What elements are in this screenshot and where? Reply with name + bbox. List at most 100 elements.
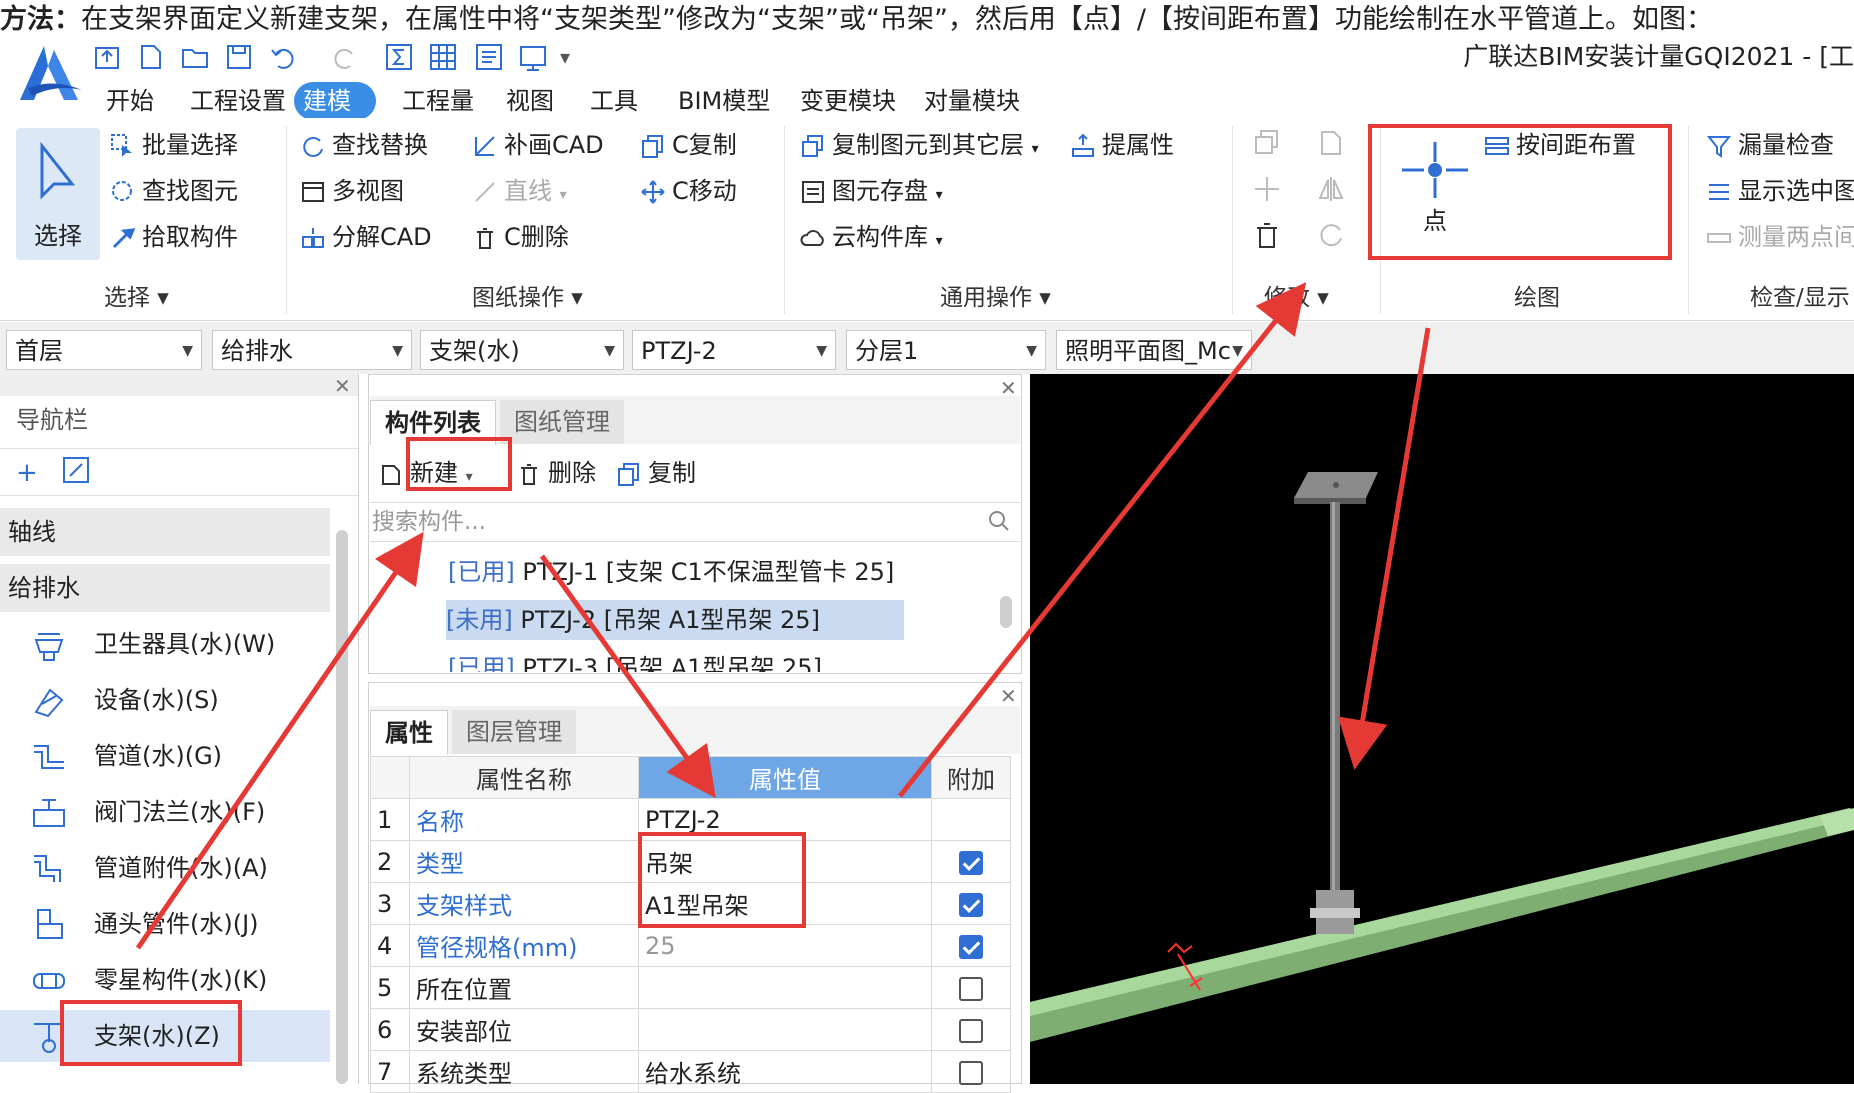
tab-change-module[interactable]: 变更模块: [790, 82, 906, 120]
nav-category-axis[interactable]: 轴线: [0, 508, 330, 556]
nav-item-equipment[interactable]: 设备(水)(S): [30, 674, 330, 726]
tab-bim-model[interactable]: BIM模型: [668, 82, 780, 120]
fitting-icon: [30, 906, 68, 944]
modify-move-icon[interactable]: [1252, 174, 1282, 208]
drawing-select[interactable]: 照明平面图_Mc ▼: [1056, 330, 1252, 370]
component-row[interactable]: [已用] PTZJ-3 [吊架 A1型吊架 25]: [448, 648, 822, 672]
nav-item-pipe[interactable]: 管道(水)(G): [30, 730, 330, 782]
tab-modeling[interactable]: 建模: [294, 82, 376, 120]
nav-panel-header: [0, 374, 358, 396]
3d-viewport[interactable]: [1030, 374, 1854, 1084]
component-select[interactable]: PTZJ-2 ▼: [632, 330, 836, 370]
pick-component-button[interactable]: 拾取构件: [110, 220, 238, 254]
close-icon[interactable]: ✕: [334, 374, 351, 398]
tab-drawing-management[interactable]: 图纸管理: [500, 400, 624, 444]
tab-layer-management[interactable]: 图层管理: [452, 710, 576, 754]
modify-delete-icon[interactable]: [1252, 220, 1282, 254]
nav-scrollbar[interactable]: [336, 530, 348, 1084]
modify-mirror-icon[interactable]: [1316, 174, 1346, 208]
nav-category-water[interactable]: 给排水: [0, 564, 330, 612]
ribbon-divider: [1232, 126, 1233, 314]
c-move-button[interactable]: C移动: [640, 174, 737, 208]
delete-component-button[interactable]: 删除: [516, 456, 596, 490]
property-value[interactable]: [638, 966, 932, 1009]
copy-component-button[interactable]: 复制: [616, 456, 696, 490]
add-icon[interactable]: +: [16, 458, 38, 488]
batch-select-button[interactable]: 批量选择: [110, 128, 238, 162]
discipline-select[interactable]: 给排水 ▼: [212, 330, 412, 370]
extract-properties-button[interactable]: 提属性: [1070, 128, 1174, 162]
nav-item-fitting[interactable]: 通头管件(水)(J): [30, 898, 330, 950]
c-delete-button[interactable]: C删除: [472, 220, 569, 254]
floor-select[interactable]: 首层 ▼: [6, 330, 202, 370]
cloud-library-button[interactable]: 云构件库 ▾: [800, 220, 943, 254]
extra-checkbox[interactable]: [959, 934, 983, 959]
sublayer-select[interactable]: 分层1 ▼: [846, 330, 1046, 370]
property-value[interactable]: 给水系统: [638, 1050, 932, 1093]
property-row[interactable]: 4 管径规格(mm) 25: [370, 924, 1011, 967]
tab-compare-module[interactable]: 对量模块: [914, 82, 1030, 120]
component-search-input[interactable]: 搜索构件...: [370, 502, 1020, 542]
sum-icon[interactable]: [384, 42, 414, 72]
nav-item-misc[interactable]: 零星构件(水)(K): [30, 954, 330, 1006]
modify-copy-icon[interactable]: [1252, 128, 1282, 162]
copy-to-other-layer-button[interactable]: 复制图元到其它层 ▾: [800, 128, 1039, 162]
close-icon[interactable]: ✕: [1000, 684, 1017, 708]
row-number: 2: [370, 840, 410, 883]
find-element-button[interactable]: 查找图元: [110, 174, 238, 208]
component-row[interactable]: [已用] PTZJ-1 [支架 C1不保温型管卡 25]: [448, 552, 894, 592]
multi-view-button[interactable]: 多视图: [300, 174, 404, 208]
supplement-cad-button[interactable]: 补画CAD: [472, 128, 604, 162]
tab-properties[interactable]: 属性: [370, 710, 448, 755]
modify-mirror-doc-icon[interactable]: [1316, 128, 1346, 162]
redo-icon[interactable]: [330, 42, 360, 72]
component-row-selected[interactable]: [未用] PTZJ-2 [吊架 A1型吊架 25]: [446, 600, 904, 640]
nav-item-valve[interactable]: 阀门法兰(水)(F): [30, 786, 330, 838]
undo-icon[interactable]: [268, 42, 298, 72]
customize-quick-access-icon[interactable]: ▾: [560, 42, 590, 72]
open-folder-icon[interactable]: [180, 42, 210, 72]
import-icon[interactable]: [92, 42, 122, 72]
extra-checkbox[interactable]: [959, 1060, 983, 1085]
component-scrollbar[interactable]: [1000, 596, 1012, 628]
property-row[interactable]: 6 安装部位: [370, 1008, 1011, 1051]
line-button[interactable]: 直线 ▾: [472, 174, 567, 208]
report-icon[interactable]: [474, 42, 504, 72]
screen-icon[interactable]: [518, 42, 548, 72]
tab-start[interactable]: 开始: [96, 82, 164, 120]
explode-cad-button[interactable]: 分解CAD: [300, 220, 432, 254]
show-selected-button[interactable]: 显示选中图: [1706, 174, 1854, 208]
property-value[interactable]: [638, 1008, 932, 1051]
property-row[interactable]: 7 系统类型 给水系统: [370, 1050, 1011, 1093]
edit-icon[interactable]: [62, 456, 90, 488]
extra-checkbox[interactable]: [959, 1018, 983, 1043]
modify-rotate-icon[interactable]: [1316, 220, 1346, 254]
property-value-header: 属性值: [638, 756, 932, 799]
new-file-icon[interactable]: [136, 42, 166, 72]
omission-check-button[interactable]: 漏量检查: [1706, 128, 1834, 162]
property-name: 类型: [409, 840, 639, 883]
find-replace-button[interactable]: 查找替换: [300, 128, 428, 162]
property-row[interactable]: 5 所在位置: [370, 966, 1011, 1009]
tab-view[interactable]: 视图: [496, 82, 564, 120]
tab-quantity[interactable]: 工程量: [392, 82, 484, 120]
measure-distance-button[interactable]: 测量两点间: [1706, 220, 1854, 254]
extra-checkbox[interactable]: [959, 850, 983, 875]
extra-checkbox[interactable]: [959, 892, 983, 917]
search-icon[interactable]: [988, 510, 1010, 536]
nav-item-pipe-accessory[interactable]: 管道附件(水)(A): [30, 842, 330, 894]
select-button[interactable]: 选择: [16, 128, 100, 260]
tab-tools[interactable]: 工具: [580, 82, 648, 120]
tab-project-settings[interactable]: 工程设置: [180, 82, 296, 120]
component-type-select[interactable]: 支架(水) ▼: [420, 330, 624, 370]
save-icon[interactable]: [224, 42, 254, 72]
hanger-model[interactable]: [1294, 472, 1378, 934]
grid-icon[interactable]: [428, 42, 458, 72]
nav-item-sanitary[interactable]: 卫生器具(水)(W): [30, 618, 330, 670]
pipe-model[interactable]: [1030, 808, 1854, 1042]
property-value[interactable]: 25: [638, 924, 932, 967]
equipment-icon: [30, 682, 68, 720]
c-copy-button[interactable]: C复制: [640, 128, 737, 162]
save-element-button[interactable]: 图元存盘 ▾: [800, 174, 943, 208]
extra-checkbox[interactable]: [959, 976, 983, 1001]
